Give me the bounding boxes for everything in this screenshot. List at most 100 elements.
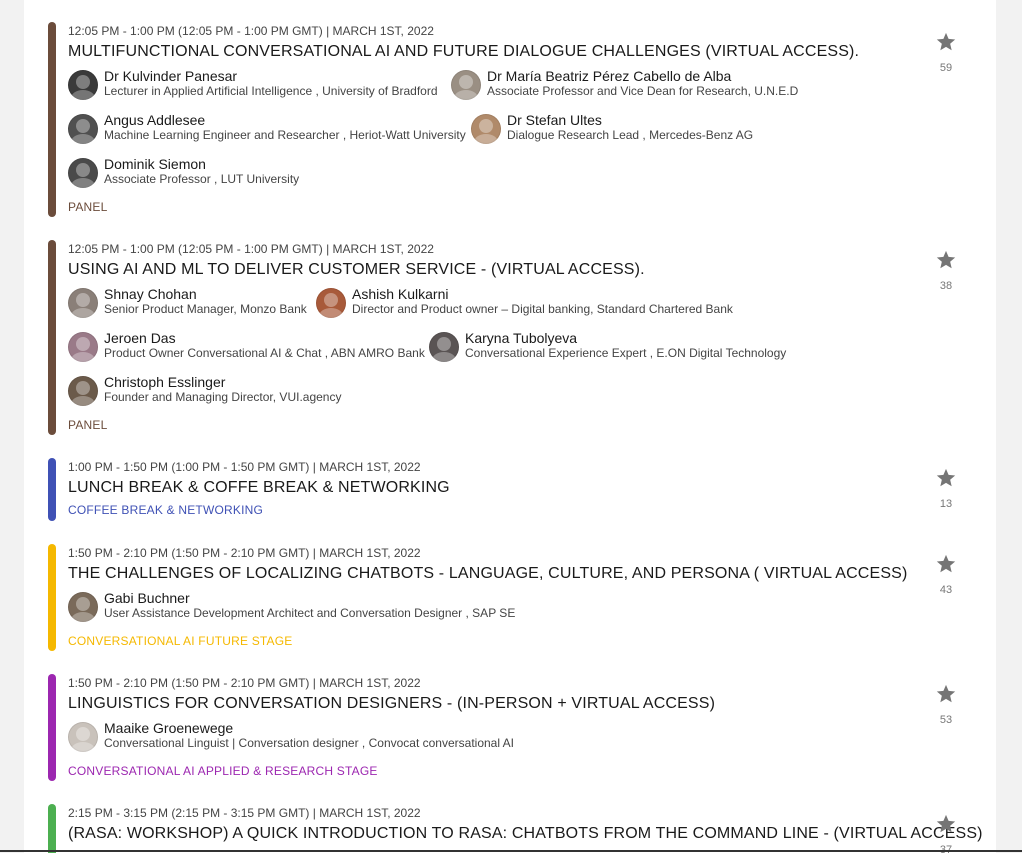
session-time: 1:50 PM - 2:10 PM (1:50 PM - 2:10 PM GMT… <box>68 676 421 690</box>
star-icon[interactable] <box>935 553 957 575</box>
track-color-bar <box>48 674 56 781</box>
star-icon[interactable] <box>935 31 957 53</box>
session-card[interactable]: 12:05 PM - 1:00 PM (12:05 PM - 1:00 PM G… <box>48 22 996 217</box>
speaker-list: Maaike Groenewege Conversational Linguis… <box>68 719 906 763</box>
track-label: COFFEE BREAK & NETWORKING <box>68 503 264 517</box>
speaker-name: Ashish Kulkarni <box>352 286 449 302</box>
favorite: 43 <box>926 553 966 597</box>
avatar <box>68 376 98 406</box>
speaker[interactable]: Jeroen Das Product Owner Conversational … <box>68 329 425 369</box>
speaker[interactable]: Maaike Groenewege Conversational Linguis… <box>68 719 514 759</box>
session-title[interactable]: LINGUISTICS FOR CONVERSATION DESIGNERS -… <box>68 693 906 715</box>
star-icon[interactable] <box>935 683 957 705</box>
speaker[interactable]: Karyna Tubolyeva Conversational Experien… <box>429 329 786 369</box>
speaker-name: Shnay Chohan <box>104 286 197 302</box>
avatar <box>68 288 98 318</box>
session-time: 12:05 PM - 1:00 PM (12:05 PM - 1:00 PM G… <box>68 242 434 256</box>
speaker-role: Dialogue Research Lead , Mercedes-Benz A… <box>507 128 754 142</box>
speaker-name: Dr Kulvinder Panesar <box>104 68 238 84</box>
speaker-name: Maaike Groenewege <box>104 720 234 736</box>
speaker-list: Gabi Buchner User Assistance Development… <box>68 589 906 633</box>
speaker[interactable]: Angus Addlesee Machine Learning Engineer… <box>68 111 466 151</box>
speaker-name: Christoph Esslinger <box>104 374 226 390</box>
speaker-name: Karyna Tubolyeva <box>465 330 578 346</box>
favorite: 38 <box>926 249 966 293</box>
agenda-panel: 12:05 PM - 1:00 PM (12:05 PM - 1:00 PM G… <box>24 0 996 853</box>
session-title[interactable]: USING AI AND ML TO DELIVER CUSTOMER SERV… <box>68 259 906 281</box>
speaker-name: Angus Addlesee <box>104 112 206 128</box>
speaker-role: Associate Professor , LUT University <box>104 172 300 186</box>
avatar <box>68 592 98 622</box>
speaker-name: Jeroen Das <box>104 330 176 346</box>
speaker-role: Director and Product owner – Digital ban… <box>352 302 733 316</box>
avatar <box>429 332 459 362</box>
speaker-role: Machine Learning Engineer and Researcher… <box>104 128 466 142</box>
favorite-count: 59 <box>939 62 953 74</box>
avatar <box>471 114 501 144</box>
speaker-list: Dr Kulvinder Panesar Lecturer in Applied… <box>68 67 906 199</box>
track-label: CONVERSATIONAL AI FUTURE STAGE <box>68 634 293 648</box>
avatar <box>316 288 346 318</box>
star-icon[interactable] <box>935 467 957 489</box>
speaker-role: Senior Product Manager, Monzo Bank <box>104 302 307 316</box>
track-label: CONVERSATIONAL AI APPLIED & RESEARCH STA… <box>68 764 378 778</box>
speaker-name: Gabi Buchner <box>104 590 190 606</box>
track-color-bar <box>48 22 56 217</box>
session-time: 1:00 PM - 1:50 PM (1:00 PM - 1:50 PM GMT… <box>68 460 421 474</box>
session-time: 2:15 PM - 3:15 PM (2:15 PM - 3:15 PM GMT… <box>68 806 421 820</box>
avatar <box>451 70 481 100</box>
favorite-count: 43 <box>939 584 953 596</box>
star-icon[interactable] <box>935 249 957 271</box>
avatar <box>68 332 98 362</box>
favorite: 59 <box>926 31 966 75</box>
favorite: 37 <box>926 813 966 853</box>
speaker-role: Founder and Managing Director, VUI.agenc… <box>104 390 342 404</box>
track-color-bar <box>48 544 56 651</box>
track-color-bar <box>48 458 56 521</box>
speaker-role: User Assistance Development Architect an… <box>104 606 516 620</box>
avatar <box>68 722 98 752</box>
session-title[interactable]: LUNCH BREAK & COFFE BREAK & NETWORKING <box>68 477 906 499</box>
speaker[interactable]: Gabi Buchner User Assistance Development… <box>68 589 515 629</box>
track-label: PANEL <box>68 200 108 214</box>
speaker[interactable]: Dr Kulvinder Panesar Lecturer in Applied… <box>68 67 438 107</box>
speaker-name: Dr Stefan Ultes <box>507 112 602 128</box>
favorite: 13 <box>926 467 966 511</box>
favorite-count: 38 <box>939 280 953 292</box>
session-title[interactable]: MULTIFUNCTIONAL CONVERSATIONAL AI AND FU… <box>68 41 906 63</box>
speaker[interactable]: Christoph Esslinger Founder and Managing… <box>68 373 341 413</box>
speaker-role: Lecturer in Applied Artificial Intellige… <box>104 84 438 98</box>
session-card[interactable]: 1:50 PM - 2:10 PM (1:50 PM - 2:10 PM GMT… <box>48 544 996 651</box>
favorite: 53 <box>926 683 966 727</box>
track-color-bar <box>48 240 56 435</box>
speaker[interactable]: Ashish Kulkarni Director and Product own… <box>316 285 733 325</box>
session-card[interactable]: 2:15 PM - 3:15 PM (2:15 PM - 3:15 PM GMT… <box>48 804 996 853</box>
speaker[interactable]: Dr María Beatriz Pérez Cabello de Alba A… <box>451 67 798 107</box>
session-time: 1:50 PM - 2:10 PM (1:50 PM - 2:10 PM GMT… <box>68 546 421 560</box>
avatar <box>68 114 98 144</box>
avatar <box>68 158 98 188</box>
avatar <box>68 70 98 100</box>
session-title[interactable]: THE CHALLENGES OF LOCALIZING CHATBOTS - … <box>68 563 907 585</box>
favorite-count: 13 <box>939 498 953 510</box>
favorite-count: 53 <box>939 714 953 726</box>
speaker-name: Dr María Beatriz Pérez Cabello de Alba <box>487 68 732 84</box>
session-card[interactable]: 1:00 PM - 1:50 PM (1:00 PM - 1:50 PM GMT… <box>48 458 996 521</box>
speaker-role: Product Owner Conversational AI & Chat ,… <box>104 346 425 360</box>
session-card[interactable]: 12:05 PM - 1:00 PM (12:05 PM - 1:00 PM G… <box>48 240 996 435</box>
speaker[interactable]: Dr Stefan Ultes Dialogue Research Lead ,… <box>471 111 753 151</box>
star-icon[interactable] <box>935 813 957 835</box>
speaker[interactable]: Dominik Siemon Associate Professor , LUT… <box>68 155 299 195</box>
speaker-name: Dominik Siemon <box>104 156 206 172</box>
session-time: 12:05 PM - 1:00 PM (12:05 PM - 1:00 PM G… <box>68 24 434 38</box>
session-card[interactable]: 1:50 PM - 2:10 PM (1:50 PM - 2:10 PM GMT… <box>48 674 996 781</box>
speaker-role: Conversational Experience Expert , E.ON … <box>465 346 787 360</box>
session-title[interactable]: (RASA: WORKSHOP) A QUICK INTRODUCTION TO… <box>68 823 983 845</box>
window-bottom-edge <box>0 850 1022 852</box>
track-color-bar <box>48 804 56 853</box>
speaker-list: Shnay Chohan Senior Product Manager, Mon… <box>68 285 906 417</box>
speaker-role: Associate Professor and Vice Dean for Re… <box>487 84 799 98</box>
track-label: PANEL <box>68 418 108 432</box>
speaker[interactable]: Shnay Chohan Senior Product Manager, Mon… <box>68 285 307 325</box>
speaker-role: Conversational Linguist | Conversation d… <box>104 736 515 750</box>
